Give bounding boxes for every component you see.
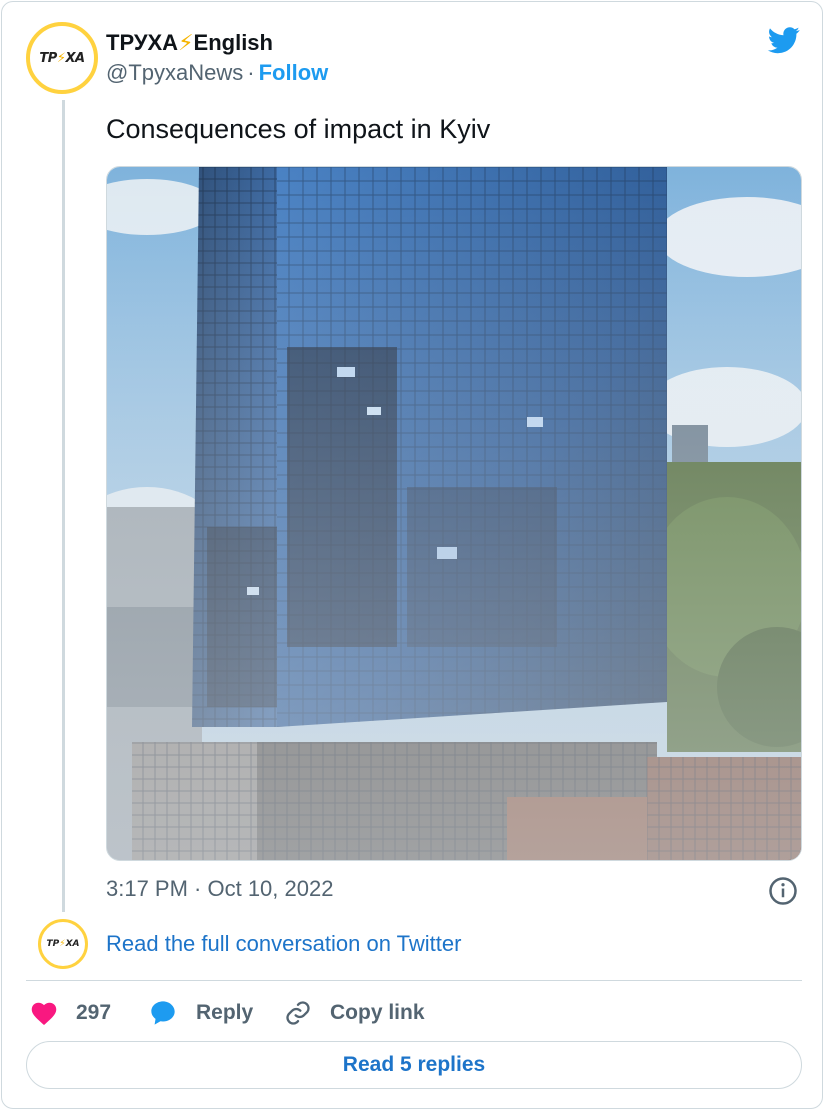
tweet-text: Consequences of impact in Kyiv <box>106 114 491 144</box>
separator-dot: · <box>247 60 255 85</box>
heart-icon <box>31 1002 57 1026</box>
like-button[interactable]: 297 <box>30 996 111 1030</box>
lightning-emoji: ⚡ <box>178 30 194 55</box>
building-photo <box>107 167 801 860</box>
like-count: 297 <box>76 1001 112 1024</box>
link-icon <box>286 1001 310 1025</box>
author-name[interactable]: ТРУХА⚡English <box>106 30 273 56</box>
info-icon[interactable] <box>768 876 798 906</box>
author-avatar-small[interactable]: ТР⚡ХА <box>38 919 88 969</box>
twitter-bird-icon[interactable] <box>766 24 802 56</box>
copy-link-label: Copy link <box>330 1001 425 1024</box>
copy-link-button[interactable]: Copy link <box>284 996 425 1030</box>
thread-line <box>62 100 65 912</box>
author-name-text: ТРУХА <box>106 30 179 55</box>
author-name-suffix: English <box>193 30 273 55</box>
tweet-timestamp[interactable]: 3:17 PM · Oct 10, 2022 <box>106 876 333 902</box>
read-replies-button[interactable]: Read 5 replies <box>26 1041 802 1089</box>
reply-label: Reply <box>196 1001 254 1024</box>
follow-link[interactable]: Follow <box>259 60 329 85</box>
handle-row: @TpyxaNews · Follow <box>106 60 328 86</box>
tweet-embed-card: ТР⚡ХА ТРУХА⚡English @TpyxaNews · Follow Co… <box>1 1 823 1109</box>
author-handle[interactable]: @TpyxaNews <box>106 60 243 85</box>
speech-bubble-icon <box>151 1001 175 1025</box>
author-avatar[interactable]: ТР⚡ХА <box>26 22 98 94</box>
avatar-logo: ТР⚡ХА <box>39 50 85 66</box>
divider <box>26 980 802 981</box>
tweet-photo[interactable] <box>106 166 802 861</box>
avatar-logo: ТР⚡ХА <box>46 939 80 949</box>
reply-button[interactable]: Reply <box>148 996 253 1030</box>
read-full-conversation-link[interactable]: Read the full conversation on Twitter <box>106 931 461 957</box>
